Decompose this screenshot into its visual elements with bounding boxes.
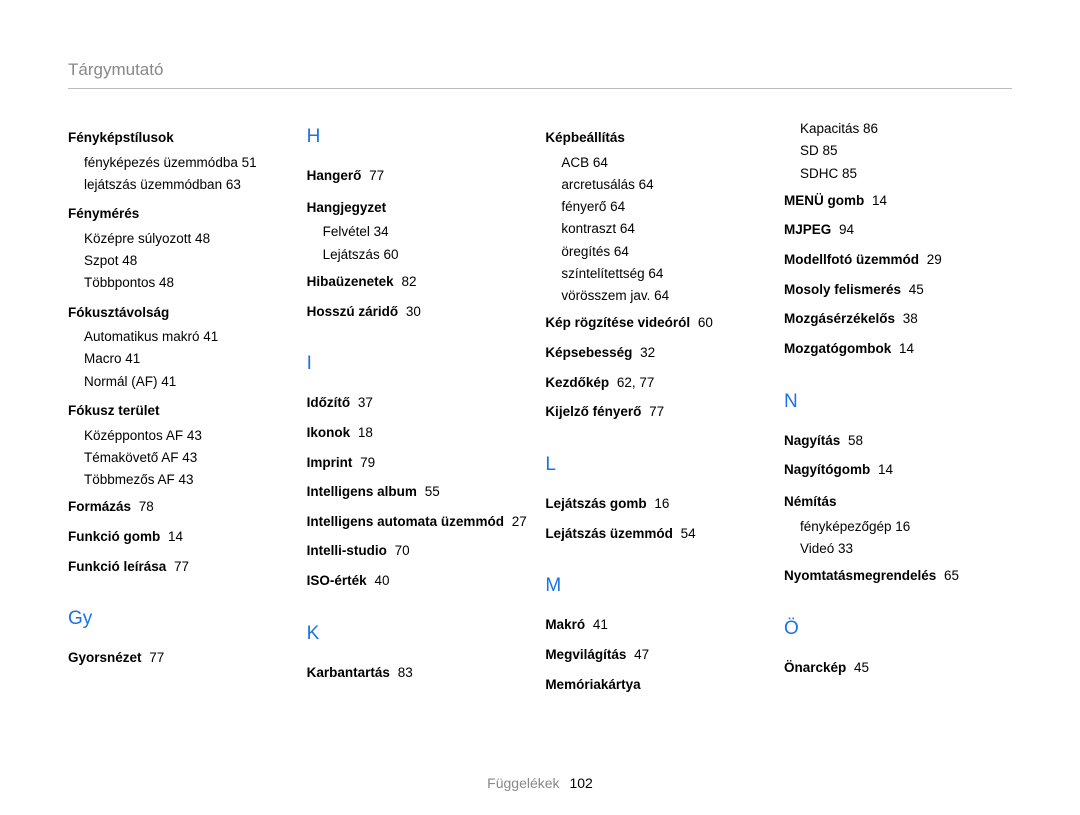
- index-group: KépbeállításACB 64arcretusálás 64fényerő…: [545, 125, 773, 306]
- index-subentry[interactable]: Többmezős AF 43: [84, 470, 296, 490]
- index-subentry[interactable]: Macro 41: [84, 349, 296, 369]
- index-entry[interactable]: Képsebesség 32: [545, 340, 773, 366]
- footer-page-number: 102: [569, 775, 592, 791]
- index-entry[interactable]: Megvilágítás 47: [545, 642, 773, 668]
- index-page: Tárgymutató Fényképstílusokfényképezés ü…: [0, 0, 1080, 815]
- index-subentry[interactable]: Automatikus makró 41: [84, 327, 296, 347]
- index-entry[interactable]: Fénymérés: [68, 201, 296, 227]
- index-letter: I: [307, 346, 535, 382]
- title-rule: [68, 88, 1012, 89]
- index-letter: N: [784, 384, 1012, 420]
- index-entry[interactable]: Imprint 79: [307, 450, 535, 476]
- index-entry[interactable]: Mozgatógombok 14: [784, 336, 1012, 362]
- index-letter: K: [307, 616, 535, 652]
- index-subentry[interactable]: színtelítettség 64: [561, 264, 773, 284]
- index-letter: M: [545, 568, 773, 604]
- index-entry[interactable]: Kezdőkép 62, 77: [545, 370, 773, 396]
- index-entry[interactable]: Memóriakártya: [545, 672, 773, 698]
- index-group: Fényképstílusokfényképezés üzemmódba 51l…: [68, 125, 296, 195]
- index-entry[interactable]: Kijelző fényerő 77: [545, 399, 773, 425]
- index-subentry[interactable]: fényképezőgép 16: [800, 517, 1012, 537]
- index-column: H Hangerő 77 HangjegyzetFelvétel 34 Lejátsz…: [307, 119, 535, 701]
- index-entry[interactable]: Lejátszás gomb 16: [545, 491, 773, 517]
- index-letter: Gy: [68, 601, 296, 637]
- index-entry[interactable]: ISO-érték 40: [307, 568, 535, 594]
- index-group: FénymérésKözépre súlyozott 48Szpot 48Töb…: [68, 201, 296, 293]
- index-subentry[interactable]: öregítés 64: [561, 242, 773, 262]
- index-letter: H: [307, 119, 535, 155]
- index-entry[interactable]: Hibaüzenetek 82: [307, 269, 535, 295]
- index-entry[interactable]: Intelli-studio 70: [307, 538, 535, 564]
- index-entry[interactable]: Karbantartás 83: [307, 660, 535, 686]
- index-entry[interactable]: Hosszú záridő 30: [307, 299, 535, 325]
- index-subentry[interactable]: fényerő 64: [561, 197, 773, 217]
- index-entry[interactable]: Modellfotó üzemmód 29: [784, 247, 1012, 273]
- index-entry[interactable]: Lejátszás üzemmód 54: [545, 521, 773, 547]
- index-entry[interactable]: Intelligens automata üzemmód 27: [307, 509, 535, 535]
- index-entry[interactable]: MJPEG 94: [784, 217, 1012, 243]
- index-subentry[interactable]: lejátszás üzemmódban 63: [84, 175, 296, 195]
- index-subentry[interactable]: Középre súlyozott 48: [84, 229, 296, 249]
- index-entry[interactable]: Önarckép 45: [784, 655, 1012, 681]
- index-entry[interactable]: Makró 41: [545, 612, 773, 638]
- index-subentry[interactable]: fényképezés üzemmódba 51: [84, 153, 296, 173]
- index-subentry[interactable]: SDHC 85: [800, 164, 1012, 184]
- footer-label: Függelékek: [487, 775, 559, 791]
- index-group: Némításfényképezőgép 16Videó 33: [784, 489, 1012, 559]
- index-entry[interactable]: Formázás 78: [68, 494, 296, 520]
- index-entry[interactable]: Mozgásérzékelős 38: [784, 306, 1012, 332]
- index-entry[interactable]: Funkció leírása 77: [68, 554, 296, 580]
- index-subentry[interactable]: kontraszt 64: [561, 219, 773, 239]
- index-entry[interactable]: Hangjegyzet: [307, 195, 535, 221]
- index-group: FókusztávolságAutomatikus makró 41Macro …: [68, 300, 296, 392]
- index-subentry[interactable]: SD 85: [800, 141, 1012, 161]
- index-entry[interactable]: Némítás: [784, 489, 1012, 515]
- index-entry[interactable]: Nagyítás 58: [784, 428, 1012, 454]
- index-subentry[interactable]: Többpontos 48: [84, 273, 296, 293]
- page-title: Tárgymutató: [68, 60, 1012, 80]
- index-group: Fókusz területKözéppontos AF 43Témakövet…: [68, 398, 296, 490]
- index-entry[interactable]: Képbeállítás: [545, 125, 773, 151]
- index-subentry[interactable]: Lejátszás 60: [323, 245, 535, 265]
- index-subentry[interactable]: Középpontos AF 43: [84, 426, 296, 446]
- index-subentry[interactable]: Szpot 48: [84, 251, 296, 271]
- index-subentry[interactable]: Témakövető AF 43: [84, 448, 296, 468]
- index-subentry[interactable]: Felvétel 34: [323, 222, 535, 242]
- index-subentry[interactable]: Normál (AF) 41: [84, 372, 296, 392]
- index-entry[interactable]: Fókusz terület: [68, 398, 296, 424]
- index-entry[interactable]: Funkció gomb 14: [68, 524, 296, 550]
- index-column: Kapacitás 86SD 85 SDHC 85 MENÜ gomb 14 MJPE…: [784, 119, 1012, 701]
- index-entry[interactable]: Intelligens album 55: [307, 479, 535, 505]
- index-entry[interactable]: Fényképstílusok: [68, 125, 296, 151]
- index-entry[interactable]: Mosoly felismerés 45: [784, 277, 1012, 303]
- index-entry[interactable]: Nyomtatásmegrendelés 65: [784, 563, 1012, 589]
- page-footer: Függelékek 102: [0, 775, 1080, 791]
- index-letter: Ö: [784, 611, 1012, 647]
- index-group: HangjegyzetFelvétel 34 Lejátszás 60: [307, 195, 535, 265]
- index-subentry[interactable]: arcretusálás 64: [561, 175, 773, 195]
- index-subentry[interactable]: Videó 33: [800, 539, 1012, 559]
- index-subentry[interactable]: vörösszem jav. 64: [561, 286, 773, 306]
- index-entry[interactable]: Időzítő 37: [307, 390, 535, 416]
- index-column: Fényképstílusokfényképezés üzemmódba 51l…: [68, 119, 296, 701]
- index-subentry[interactable]: Kapacitás 86: [800, 119, 1012, 139]
- index-entry[interactable]: Nagyítógomb 14: [784, 457, 1012, 483]
- index-entry[interactable]: Kép rögzítése videóról 60: [545, 310, 773, 336]
- index-entry[interactable]: Gyorsnézet 77: [68, 645, 296, 671]
- index-letter: L: [545, 447, 773, 483]
- index-column: KépbeállításACB 64arcretusálás 64fényerő…: [545, 119, 773, 701]
- index-entry[interactable]: MENÜ gomb 14: [784, 188, 1012, 214]
- index-subentry[interactable]: ACB 64: [561, 153, 773, 173]
- index-entry[interactable]: Ikonok 18: [307, 420, 535, 446]
- index-columns: Fényképstílusokfényképezés üzemmódba 51l…: [68, 119, 1012, 701]
- index-entry[interactable]: Fókusztávolság: [68, 300, 296, 326]
- index-entry[interactable]: Hangerő 77: [307, 163, 535, 189]
